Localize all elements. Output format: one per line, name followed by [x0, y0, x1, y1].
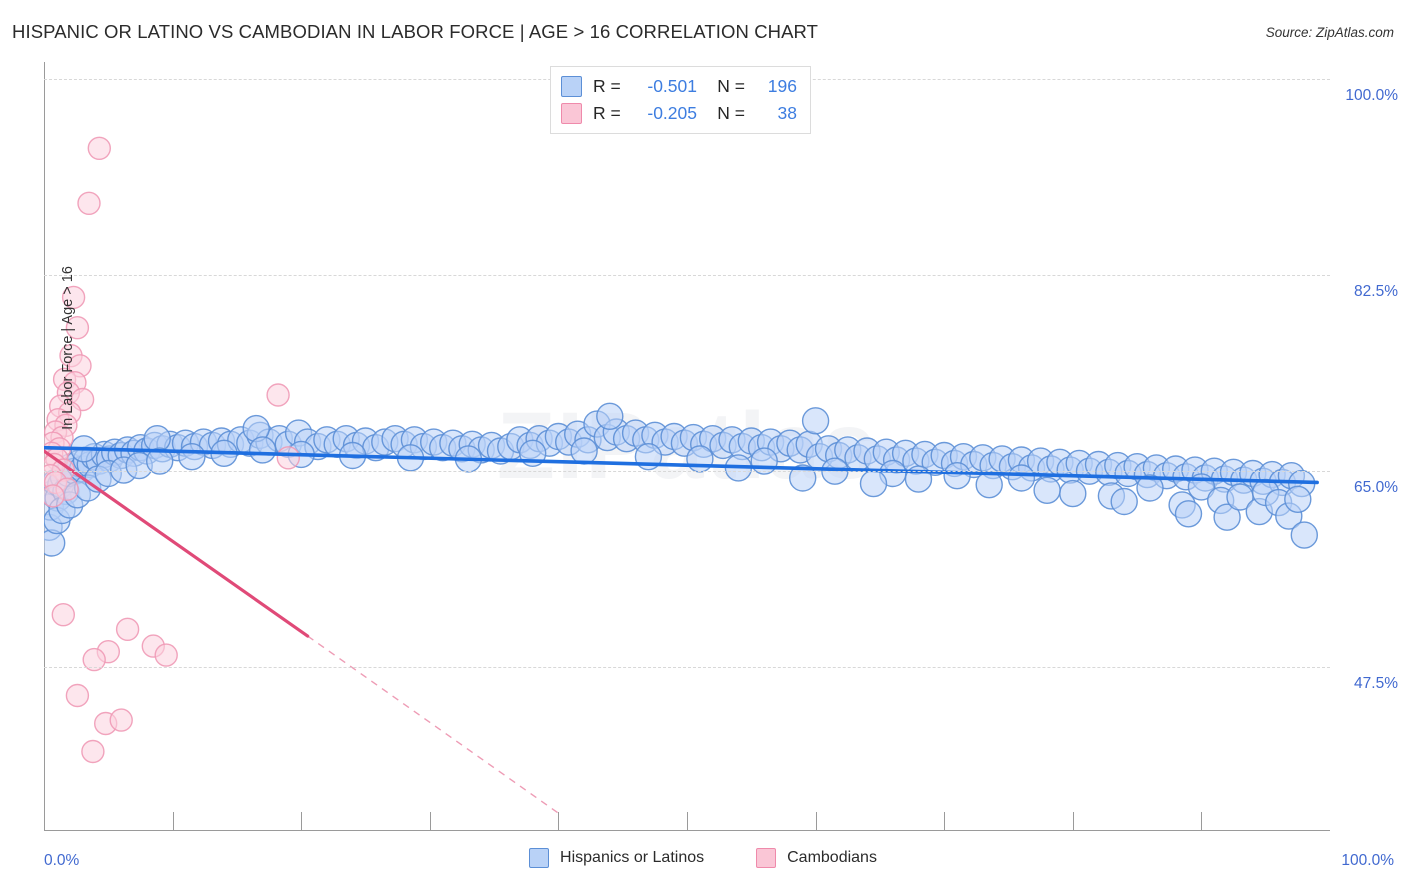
data-point — [1033, 476, 1061, 504]
legend-row-hispanics: R = -0.501 N = 196 — [561, 74, 797, 99]
data-point — [1284, 485, 1312, 513]
data-point — [1290, 521, 1319, 549]
data-point — [154, 643, 178, 667]
gridline-y — [44, 471, 1330, 473]
series-label-cambodians: Cambodians — [787, 849, 877, 866]
trendline-cambodians — [44, 449, 310, 638]
n-label-blue: N = — [717, 76, 745, 96]
data-point — [178, 443, 206, 471]
data-point — [51, 603, 75, 627]
chart-root: HISPANIC OR LATINO VS CAMBODIAN IN LABOR… — [0, 0, 1406, 892]
data-point — [943, 462, 971, 490]
x-tick-mark — [815, 812, 817, 830]
legend-row-cambodians: R = -0.205 N = 38 — [561, 101, 797, 126]
series-hispanics-or-latinos — [44, 402, 1319, 557]
plot-area: ZIPatlas — [44, 62, 1330, 830]
scatter-canvas — [44, 136, 1319, 814]
r-value-blue: -0.501 — [647, 76, 697, 96]
trendline-cambodians-extrapolated — [307, 635, 559, 814]
n-value-blue: 196 — [767, 76, 797, 96]
data-point — [44, 484, 65, 508]
data-point — [276, 446, 301, 470]
x-tick-label-max: 100.0% — [1341, 852, 1394, 869]
source-attribution: Source: ZipAtlas.com — [1265, 25, 1394, 40]
x-tick-mark — [1201, 812, 1203, 830]
data-point — [859, 469, 888, 498]
data-point — [115, 617, 140, 641]
data-point — [87, 136, 111, 161]
x-tick-mark — [301, 812, 303, 830]
series-label-hispanics: Hispanics or Latinos — [560, 849, 705, 866]
legend-swatch-blue — [561, 76, 582, 97]
x-tick-mark — [944, 812, 946, 830]
y-axis-title: In Labor Force | Age > 16 — [59, 266, 76, 430]
data-point — [1110, 487, 1138, 516]
data-point — [81, 739, 105, 764]
page-title: HISPANIC OR LATINO VS CAMBODIAN IN LABOR… — [12, 21, 819, 42]
x-tick-mark — [1072, 812, 1074, 830]
series-legend-item-hispanics[interactable]: Hispanics or Latinos — [529, 848, 704, 868]
data-point — [1007, 464, 1036, 492]
gridline-y — [44, 667, 1330, 669]
y-tick-label: 65.0% — [1354, 479, 1398, 497]
gridline-y — [44, 275, 1330, 277]
r-label-pink: R = — [593, 103, 621, 123]
series-swatch-blue — [529, 848, 550, 868]
r-value-pink: -0.205 — [647, 103, 697, 123]
y-tick-label: 47.5% — [1354, 675, 1398, 693]
data-point — [975, 471, 1003, 499]
legend-swatch-pink — [561, 103, 582, 124]
x-tick-mark — [687, 812, 688, 830]
data-point — [77, 191, 101, 216]
series-swatch-pink — [756, 848, 777, 868]
data-point — [801, 407, 830, 435]
x-tick-label-min: 0.0% — [44, 852, 80, 869]
data-point — [1174, 500, 1203, 528]
x-tick-mark — [172, 812, 174, 830]
data-point — [248, 436, 277, 464]
n-value-pink: 38 — [777, 103, 797, 123]
x-axis-line — [44, 830, 1330, 831]
data-point — [1059, 479, 1087, 508]
data-point — [596, 402, 624, 430]
data-point — [750, 447, 778, 475]
correlation-legend: R = -0.501 N = 196 R = -0.205 N = 38 — [550, 66, 811, 134]
data-point — [65, 683, 90, 708]
data-point — [266, 383, 290, 407]
series-legend: Hispanics or Latinos Cambodians — [0, 848, 1406, 868]
data-point — [686, 445, 714, 473]
x-tick-mark — [558, 812, 560, 830]
data-point — [109, 708, 133, 732]
series-legend-item-cambodians[interactable]: Cambodians — [756, 848, 877, 868]
data-point — [570, 437, 598, 465]
x-tick-mark — [429, 812, 431, 830]
r-label-blue: R = — [593, 76, 621, 96]
y-tick-label: 82.5% — [1354, 283, 1398, 301]
n-label-pink: N = — [717, 103, 745, 123]
y-tick-label: 100.0% — [1345, 86, 1398, 104]
